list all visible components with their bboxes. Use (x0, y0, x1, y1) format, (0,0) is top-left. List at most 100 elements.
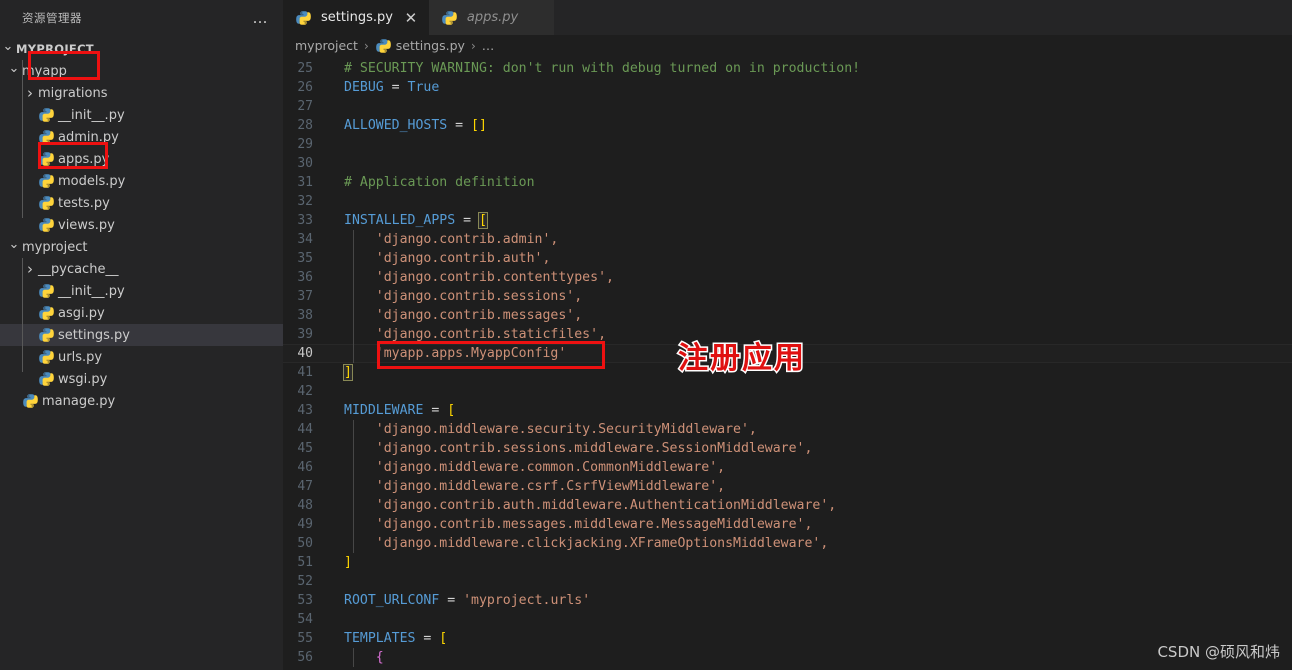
chevron-right-icon[interactable] (22, 260, 38, 278)
tree-item-asgi-py[interactable]: asgi.py (0, 302, 283, 324)
tree-item-myproject[interactable]: myproject (0, 236, 283, 258)
code-token: [ (477, 212, 488, 229)
vscode-window: 资源管理器 … MYPROJECT myapp migrations __init__… (0, 0, 1292, 670)
line-number: 29 (297, 137, 313, 152)
line-content (335, 382, 344, 401)
tree-item-models-py[interactable]: models.py (0, 170, 283, 192)
tree-item-label: wsgi.py (58, 371, 108, 387)
line-number: 42 (297, 384, 313, 399)
code-line-27: 27 (283, 97, 1292, 116)
breadcrumb-item-2[interactable]: … (482, 38, 495, 53)
line-content: 'django.contrib.sessions.middleware.Sess… (335, 439, 813, 458)
explorer-header: 资源管理器 … (0, 0, 283, 35)
line-content: 'django.middleware.csrf.CsrfViewMiddlewa… (335, 477, 725, 496)
tree-item-views-py[interactable]: views.py (0, 214, 283, 236)
code-token: ] (343, 364, 353, 381)
line-content: INSTALLED_APPS = [ (335, 211, 488, 230)
tree-root-myproject[interactable]: MYPROJECT (0, 38, 283, 60)
code-token: TEMPLATES (344, 631, 416, 646)
tree-item-wsgi-py[interactable]: wsgi.py (0, 368, 283, 390)
code-line-30: 30 (283, 154, 1292, 173)
code-token: ] (344, 555, 352, 570)
line-number: 55 (297, 631, 313, 646)
line-content: DEBUG = True (335, 78, 439, 97)
code-line-52: 52 (283, 572, 1292, 591)
line-number: 25 (297, 61, 313, 76)
tree-item-manage-py[interactable]: manage.py (0, 390, 283, 412)
breadcrumb-label: … (481, 38, 495, 53)
line-content (335, 610, 344, 629)
line-content: 'django.contrib.staticfiles', (335, 325, 606, 344)
code-editor[interactable]: 25 # SECURITY WARNING: don't run with deb… (283, 57, 1292, 670)
line-number: 48 (297, 498, 313, 513)
tree-item-urls-py[interactable]: urls.py (0, 346, 283, 368)
code-line-50: 50 'django.middleware.clickjacking.XFram… (283, 534, 1292, 553)
line-content: 'django.contrib.messages', (335, 306, 582, 325)
chevron-down-icon[interactable] (0, 42, 16, 57)
code-token: INSTALLED_APPS (344, 213, 456, 228)
python-file-icon (38, 371, 55, 387)
python-file-icon (38, 195, 55, 211)
line-content: 'django.contrib.contenttypes', (335, 268, 614, 287)
tree-item-apps-py[interactable]: apps.py (0, 148, 283, 170)
code-line-35: 35 'django.contrib.auth', (283, 249, 1292, 268)
chevron-right-icon[interactable] (22, 84, 38, 102)
code-token: = (439, 593, 464, 608)
line-content: # Application definition (335, 173, 535, 192)
chevron-down-icon[interactable] (6, 64, 22, 79)
code-line-54: 54 (283, 610, 1292, 629)
explorer-sidebar: 资源管理器 … MYPROJECT myapp migrations __init__… (0, 0, 283, 670)
code-line-33: 33 INSTALLED_APPS = [ (283, 211, 1292, 230)
line-number: 52 (297, 574, 313, 589)
breadcrumb-item-0[interactable]: myproject (295, 38, 358, 53)
tree-item-settings-py[interactable]: settings.py (0, 324, 283, 346)
tree-root-label: MYPROJECT (16, 42, 94, 56)
line-number: 32 (297, 194, 313, 209)
code-token: 'django.contrib.contenttypes', (344, 270, 614, 285)
python-file-icon (38, 283, 55, 299)
tab-settings-py[interactable]: settings.py ✕ (283, 0, 429, 35)
annotation-register-app: 注册应用 (677, 340, 806, 378)
python-file-icon (22, 393, 39, 409)
tab-label: settings.py (321, 10, 393, 25)
tree-item-migrations[interactable]: migrations (0, 82, 283, 104)
tree-item---pycache--[interactable]: __pycache__ (0, 258, 283, 280)
code-token: 'myproject.urls' (463, 593, 591, 608)
code-line-49: 49 'django.contrib.messages.middleware.M… (283, 515, 1292, 534)
code-line-31: 31 # Application definition (283, 173, 1292, 192)
code-line-25: 25 # SECURITY WARNING: don't run with deb… (283, 59, 1292, 78)
code-token: ALLOWED_HOSTS (344, 118, 448, 133)
code-token: 'django.contrib.auth', (344, 251, 551, 266)
indent-guide (22, 60, 23, 218)
code-indent-guide (353, 230, 354, 363)
code-line-46: 46 'django.middleware.common.CommonMiddl… (283, 458, 1292, 477)
code-token: 'django.contrib.messages', (344, 308, 583, 323)
code-line-51: 51] (283, 553, 1292, 572)
line-number: 31 (297, 175, 313, 190)
editor-tab-bar: settings.py ✕ apps.py (283, 0, 1292, 35)
breadcrumb-item-1[interactable]: settings.py (375, 38, 465, 54)
python-file-icon (38, 327, 55, 343)
code-token: ROOT_URLCONF (344, 593, 440, 608)
close-icon[interactable]: ✕ (403, 10, 419, 25)
tree-item-myapp[interactable]: myapp (0, 60, 283, 82)
code-token: 'django.middleware.common.CommonMiddlewa… (344, 460, 726, 475)
file-tree: MYPROJECTmyappmigrations__init__.pyadmin… (0, 35, 283, 412)
line-content (335, 97, 344, 116)
code-line-48: 48 'django.contrib.auth.middleware.Authe… (283, 496, 1292, 515)
line-number: 30 (297, 156, 313, 171)
tree-item---init---py[interactable]: __init__.py (0, 280, 283, 302)
explorer-more-actions-icon[interactable]: … (253, 10, 270, 25)
chevron-down-icon[interactable] (6, 240, 22, 255)
code-token: 'django.contrib.messages.middleware.Mess… (344, 517, 813, 532)
tree-item-label: __pycache__ (38, 261, 119, 277)
line-content: { (335, 648, 384, 667)
code-token: { (375, 650, 384, 665)
tree-item-tests-py[interactable]: tests.py (0, 192, 283, 214)
python-file-icon (295, 10, 312, 26)
tree-item-admin-py[interactable]: admin.py (0, 126, 283, 148)
tab-apps-py[interactable]: apps.py (428, 0, 555, 35)
watermark: CSDN @硕风和炜 (1157, 643, 1280, 661)
tree-item---init---py[interactable]: __init__.py (0, 104, 283, 126)
